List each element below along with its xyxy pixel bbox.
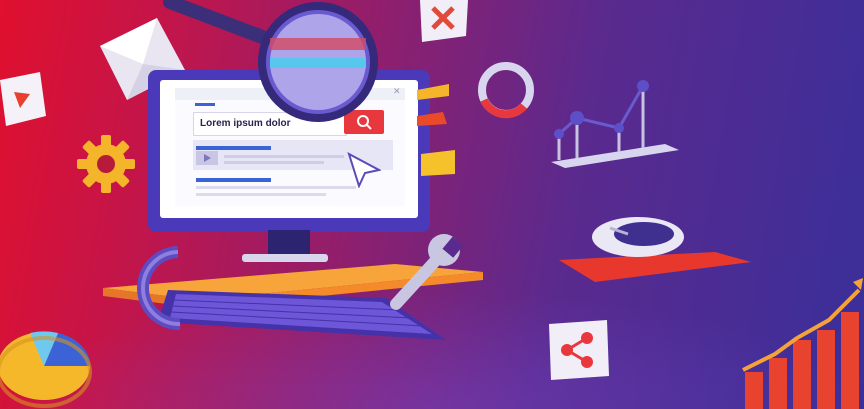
bar-chart-icon: [742, 278, 863, 409]
line-chart-icon: [551, 80, 679, 168]
magnifier-icon: [163, 0, 378, 122]
result-link: [196, 146, 271, 150]
result-line: [196, 186, 356, 189]
result-line: [224, 161, 324, 164]
side-tabs: [417, 84, 455, 176]
wrench-icon: [390, 234, 464, 310]
ring-icon: [478, 62, 534, 119]
share-icon: [549, 320, 609, 380]
result-line: [224, 155, 344, 158]
result-line: [196, 193, 326, 196]
result-link[interactable]: [196, 178, 271, 182]
close-window-icon[interactable]: ✕: [393, 86, 401, 97]
close-icon: [420, 0, 468, 42]
cursor-icon: [347, 152, 381, 188]
illustration: ✕ Lorem ipsum dolor: [0, 0, 864, 409]
play-card-icon: [0, 72, 46, 126]
mouse-icon: [592, 217, 684, 257]
gear-icon: [77, 135, 135, 193]
half-ring-icon: [137, 246, 181, 331]
play-icon: [204, 154, 211, 162]
video-thumb: [196, 151, 218, 165]
pie-chart-icon: [0, 331, 92, 408]
